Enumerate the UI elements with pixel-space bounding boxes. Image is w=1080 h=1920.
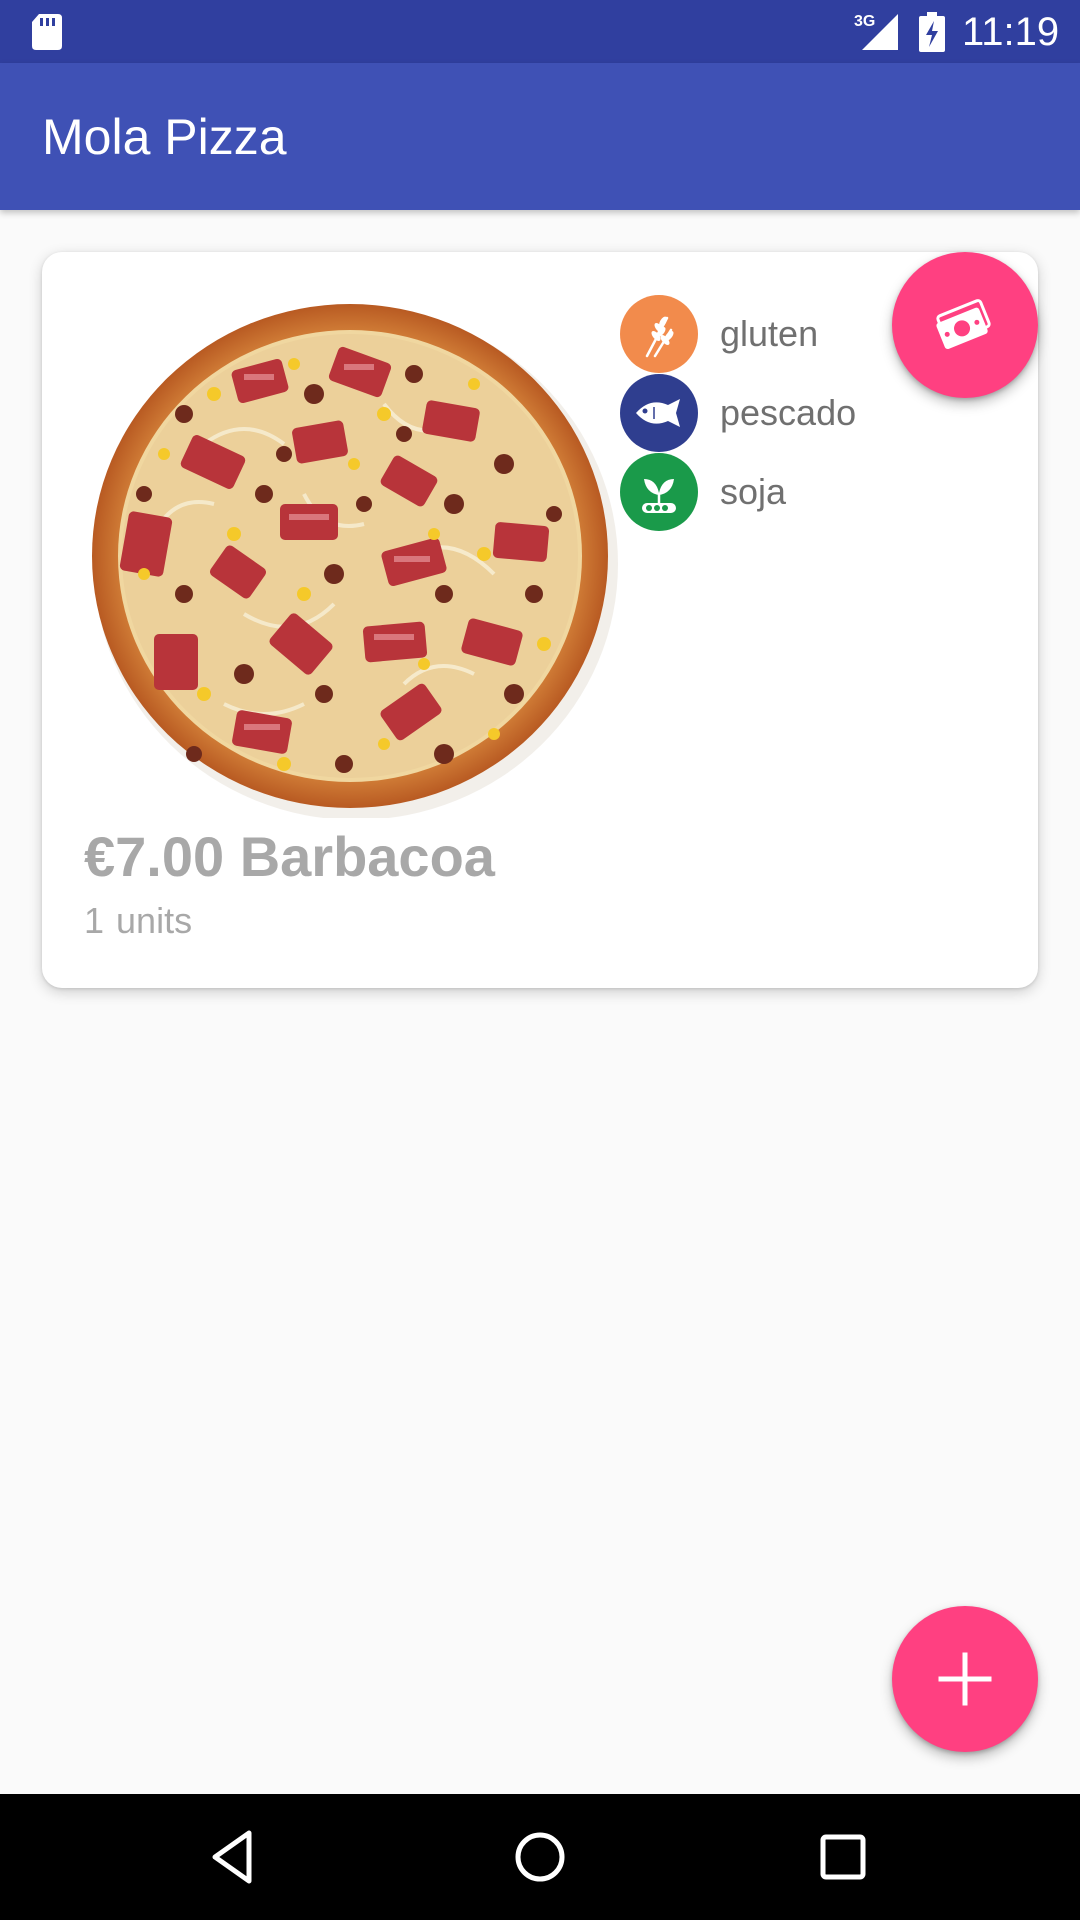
allergen-label: gluten xyxy=(720,312,819,354)
add-button[interactable] xyxy=(892,1606,1038,1752)
plus-icon xyxy=(938,1652,992,1706)
back-icon[interactable] xyxy=(205,1827,265,1887)
navigation-bar xyxy=(0,1794,1080,1920)
wheat-icon xyxy=(620,294,698,373)
allergen-item-pescado: pescado xyxy=(620,373,920,452)
soy-icon xyxy=(620,452,698,531)
allergen-item-soja: soja xyxy=(620,452,920,531)
money-icon xyxy=(936,299,991,350)
allergen-label: soja xyxy=(720,470,787,512)
allergen-label: pescado xyxy=(720,391,857,433)
status-clock: 11:19 xyxy=(962,10,1060,54)
units-label: units xyxy=(116,900,193,941)
allergen-item-gluten: gluten xyxy=(620,294,920,373)
app-title: Mola Pizza xyxy=(42,109,287,165)
network-type-label: 3G xyxy=(854,13,875,30)
product-price: €7.00 xyxy=(84,825,225,888)
battery-charging-icon xyxy=(919,12,945,52)
product-title: €7.00 Barbacoa xyxy=(84,824,495,890)
product-units: 1 units xyxy=(84,900,192,942)
fish-icon xyxy=(620,373,698,452)
recents-icon[interactable] xyxy=(813,1827,873,1887)
home-icon[interactable] xyxy=(510,1827,570,1887)
product-card[interactable]: gluten pescado soja €7.00 Barbacoa 1 uni… xyxy=(42,252,1038,988)
sd-card-icon xyxy=(32,14,62,50)
status-bar: 3G 11:19 xyxy=(0,0,1080,63)
allergen-list: gluten pescado soja xyxy=(620,294,920,531)
product-name: Barbacoa xyxy=(239,825,495,888)
units-quantity: 1 xyxy=(84,900,105,941)
pay-button[interactable] xyxy=(892,252,1038,398)
app-bar: Mola Pizza xyxy=(0,63,1080,210)
signal-icon: 3G xyxy=(854,13,898,50)
pizza-image xyxy=(92,304,618,818)
